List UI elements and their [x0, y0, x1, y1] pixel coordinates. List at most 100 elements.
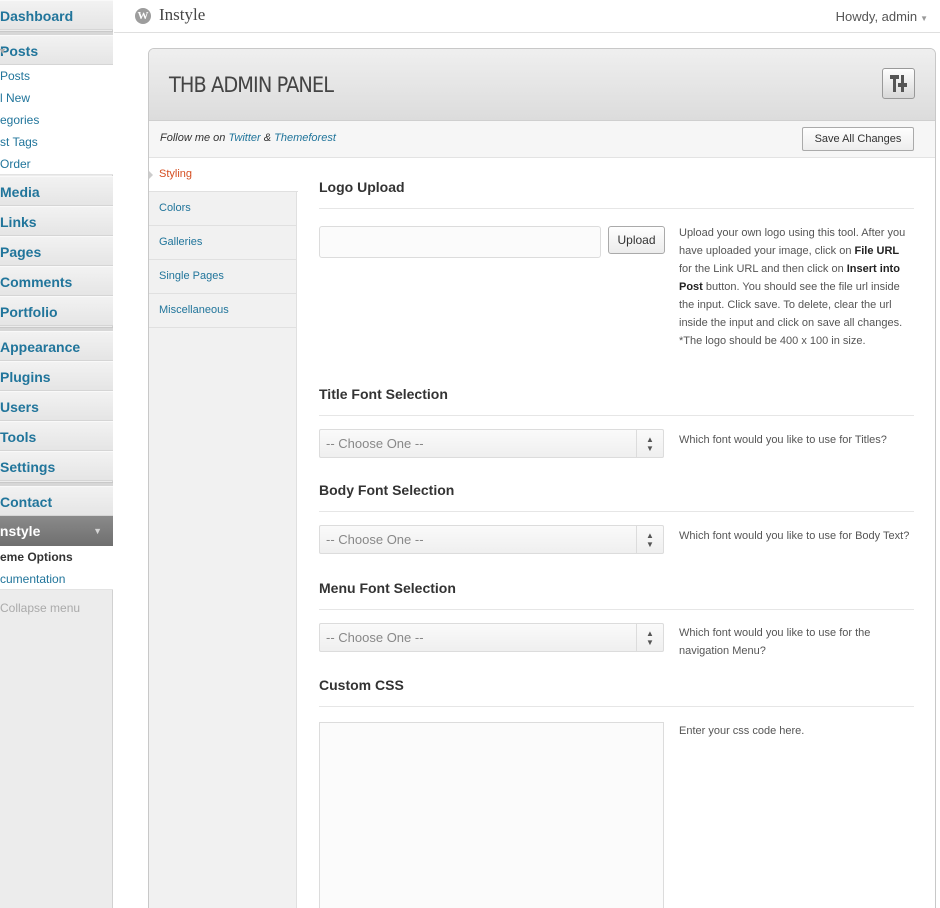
menu-posts[interactable]: Posts ▼	[0, 35, 113, 65]
panel-tabs: Styling Colors Galleries Single Pages Mi…	[149, 158, 298, 908]
save-all-changes-button[interactable]: Save All Changes	[802, 127, 914, 151]
submenu-item-label: eme Options	[0, 550, 73, 564]
logo-url-input[interactable]	[319, 226, 601, 258]
custom-css-section: Custom CSS Enter your css code here.	[319, 677, 914, 908]
user-greeting[interactable]: Howdy, admin ▼	[836, 9, 928, 24]
desc-text: for the Link URL and then click on	[679, 263, 844, 275]
chevron-down-icon: ▼	[920, 14, 928, 23]
body-font-select[interactable]: -- Choose One -- ▲ ▼	[319, 525, 664, 554]
menu-settings-label: Settings	[0, 459, 56, 475]
submenu-item-post-tags[interactable]: st Tags	[0, 131, 113, 153]
settings-sliders-icon	[882, 68, 915, 99]
howdy-label: Howdy, admin	[835, 9, 918, 24]
select-value: -- Choose One --	[326, 630, 424, 645]
tab-colors[interactable]: Colors	[149, 192, 297, 226]
panel-title: THB ADMIN PANEL	[169, 73, 334, 97]
menu-media-label: Media	[0, 184, 40, 200]
section-title: Title Font Selection	[319, 386, 914, 416]
menu-instyle[interactable]: Instyle ▼	[0, 516, 113, 546]
submenu-item-add-new[interactable]: l New	[0, 87, 113, 109]
tab-miscellaneous[interactable]: Miscellaneous	[149, 294, 297, 328]
posts-submenu: Posts l New egories st Tags Order	[0, 65, 113, 175]
select-arrows-icon: ▲ ▼	[636, 526, 663, 553]
menu-appearance-label: Appearance	[0, 339, 81, 355]
body-font-section: Body Font Selection -- Choose One -- ▲ ▼ …	[319, 482, 914, 562]
custom-css-textarea[interactable]	[319, 722, 664, 908]
menu-links-label: Links	[0, 214, 37, 230]
panel-header: THB ADMIN PANEL	[149, 49, 935, 121]
menu-appearance[interactable]: Appearance	[0, 331, 113, 361]
chevron-down-icon[interactable]: ▼	[0, 36, 102, 66]
chevron-down-icon[interactable]: ▼	[93, 516, 102, 546]
submenu-item-label: egories	[0, 113, 40, 127]
themeforest-link[interactable]: Themeforest	[274, 132, 336, 144]
panel-content: Logo Upload Upload Upload your own logo …	[298, 158, 935, 908]
submenu-item-categories[interactable]: egories	[0, 109, 113, 131]
admin-header: W Instyle Howdy, admin ▼	[114, 0, 940, 33]
menu-links[interactable]: Links	[0, 206, 113, 236]
submenu-item-order[interactable]: Order	[0, 153, 113, 175]
desc-text: button. You should see the file url insi…	[679, 281, 903, 347]
submenu-item-label: st Tags	[0, 135, 38, 149]
desc-bold-text: File URL	[854, 245, 900, 257]
menu-comments[interactable]: Comments	[0, 266, 113, 296]
menu-instyle-label: Instyle	[0, 523, 41, 539]
menu-contact[interactable]: Contact	[0, 486, 113, 516]
menu-users-label: Users	[0, 399, 39, 415]
menu-comments-label: Comments	[0, 274, 73, 290]
menu-font-section: Menu Font Selection -- Choose One -- ▲ ▼ …	[319, 580, 914, 660]
submenu-item-theme-options[interactable]: eme Options	[0, 546, 113, 568]
admin-menu: Dashboard Posts ▼ Posts l New egories st …	[0, 0, 113, 908]
collapse-menu[interactable]: Collapse menu	[0, 599, 80, 617]
menu-contact-label: Contact	[0, 494, 53, 510]
panel-toolbar: Follow me on Twitter & Themeforest Save …	[149, 121, 935, 158]
section-title: Menu Font Selection	[319, 580, 914, 610]
menu-dashboard-label: Dashboard	[0, 8, 74, 24]
wordpress-logo-icon[interactable]: W	[135, 8, 151, 24]
menu-pages-label: Pages	[0, 244, 42, 260]
menu-media[interactable]: Media	[0, 176, 113, 206]
menu-tools[interactable]: Tools	[0, 421, 113, 451]
menu-portfolio-label: Portfolio	[0, 304, 58, 320]
submenu-item-label: Order	[0, 157, 31, 171]
menu-pages[interactable]: Pages	[0, 236, 113, 266]
title-font-select[interactable]: -- Choose One -- ▲ ▼	[319, 429, 664, 458]
site-title[interactable]: Instyle	[159, 5, 205, 25]
menu-dashboard[interactable]: Dashboard	[0, 0, 113, 30]
twitter-link[interactable]: Twitter	[228, 132, 260, 144]
submenu-item-documentation[interactable]: cumentation	[0, 568, 113, 590]
submenu-item-label: l New	[0, 91, 31, 105]
follow-prefix: Follow me on	[160, 132, 226, 144]
menu-plugins[interactable]: Plugins	[0, 361, 113, 391]
logo-upload-section: Logo Upload Upload Upload your own logo …	[319, 179, 914, 379]
body-font-description: Which font would you like to use for Bod…	[679, 530, 910, 542]
follow-links: Follow me on Twitter & Themeforest	[160, 132, 336, 144]
submenu-item-label: cumentation	[0, 572, 66, 586]
title-font-section: Title Font Selection -- Choose One -- ▲ ▼…	[319, 386, 914, 466]
section-title: Custom CSS	[319, 677, 914, 707]
menu-portfolio[interactable]: Portfolio	[0, 296, 113, 326]
section-title: Body Font Selection	[319, 482, 914, 512]
tab-styling[interactable]: Styling	[149, 158, 298, 192]
menu-settings[interactable]: Settings	[0, 451, 113, 481]
select-arrows-icon: ▲ ▼	[636, 624, 663, 651]
menu-plugins-label: Plugins	[0, 369, 51, 385]
select-value: -- Choose One --	[326, 532, 424, 547]
tab-single-pages[interactable]: Single Pages	[149, 260, 297, 294]
tab-galleries[interactable]: Galleries	[149, 226, 297, 260]
menu-users[interactable]: Users	[0, 391, 113, 421]
menu-font-description: Which font would you like to use for the…	[679, 627, 871, 657]
menu-tools-label: Tools	[0, 429, 37, 445]
submenu-item-label: Posts	[0, 69, 31, 83]
instyle-submenu: eme Options cumentation	[0, 546, 113, 590]
menu-font-select[interactable]: -- Choose One -- ▲ ▼	[319, 623, 664, 652]
section-title: Logo Upload	[319, 179, 914, 209]
custom-css-description: Enter your css code here.	[679, 725, 805, 737]
submenu-item-posts[interactable]: Posts	[0, 65, 113, 87]
upload-button[interactable]: Upload	[608, 226, 665, 254]
select-value: -- Choose One --	[326, 436, 424, 451]
collapse-menu-label: Collapse menu	[0, 601, 81, 615]
admin-panel: THB ADMIN PANEL Follow me on Twitter & T…	[148, 48, 936, 908]
logo-upload-description: Upload your own logo using this tool. Af…	[679, 224, 914, 350]
select-arrows-icon: ▲ ▼	[636, 430, 663, 457]
